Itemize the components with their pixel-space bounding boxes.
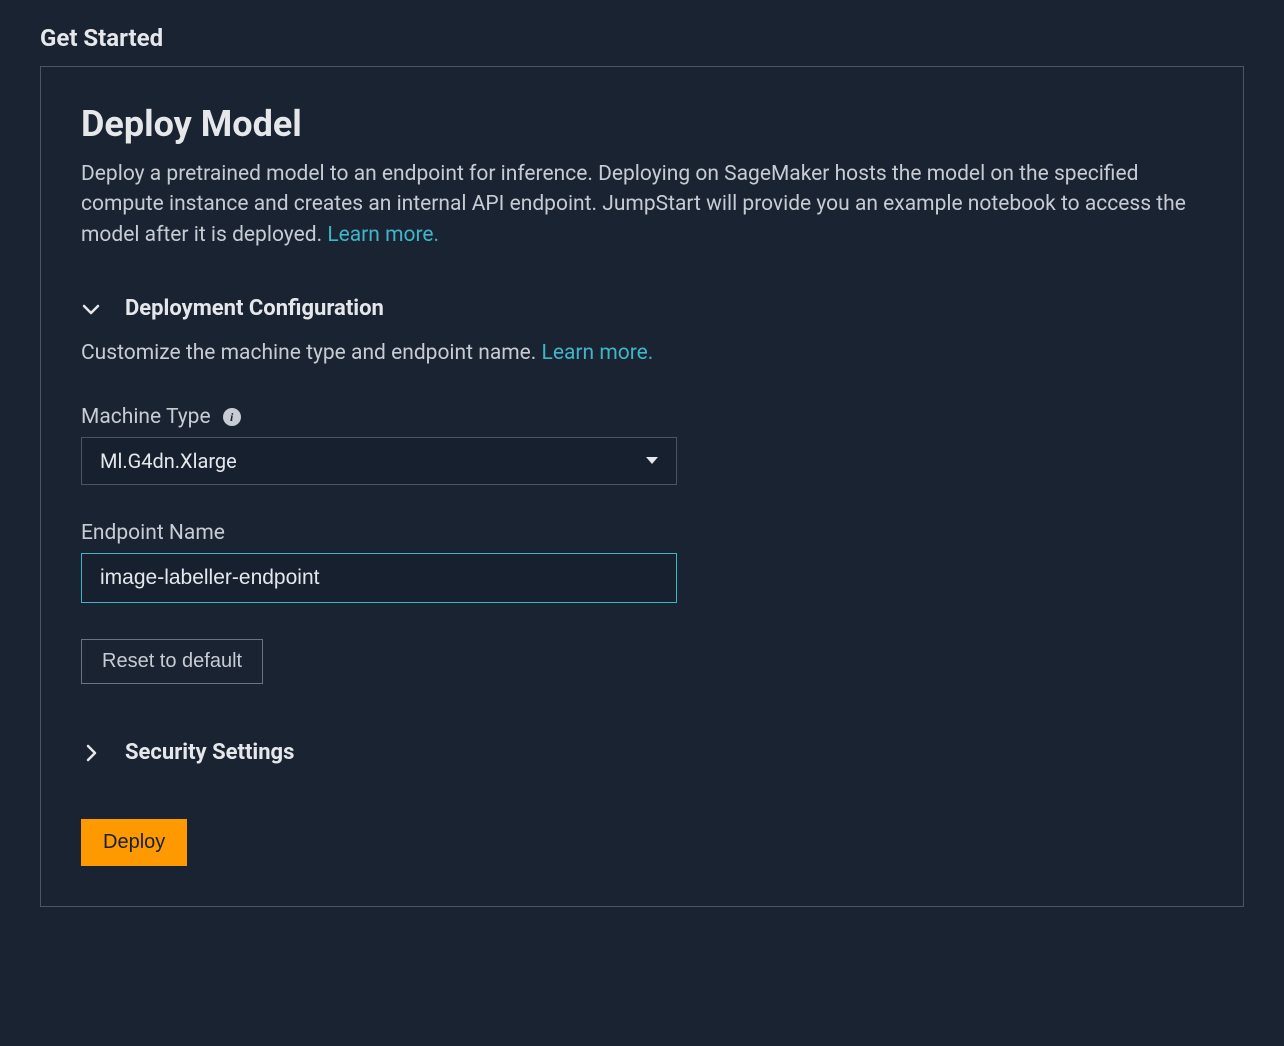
deploy-panel: Deploy Model Deploy a pretrained model t… <box>40 66 1244 907</box>
deployment-config-subtitle: Customize the machine type and endpoint … <box>81 341 1203 365</box>
learn-more-link[interactable]: Learn more. <box>327 223 439 247</box>
machine-type-field: Machine Type i Ml.G4dn.Xlarge <box>81 405 1203 485</box>
machine-type-select[interactable]: Ml.G4dn.Xlarge <box>81 437 677 485</box>
chevron-right-icon <box>81 743 101 763</box>
page-title: Deploy Model <box>81 103 1203 145</box>
deployment-config-subtitle-text: Customize the machine type and endpoint … <box>81 341 542 365</box>
endpoint-name-field: Endpoint Name <box>81 521 1203 603</box>
machine-type-value: Ml.G4dn.Xlarge <box>100 449 237 473</box>
reset-button[interactable]: Reset to default <box>81 639 263 684</box>
breadcrumb: Get Started <box>40 24 1244 52</box>
deployment-config-toggle[interactable]: Deployment Configuration <box>81 296 1203 321</box>
info-icon[interactable]: i <box>223 408 241 426</box>
chevron-down-icon <box>81 299 101 319</box>
deployment-config-title: Deployment Configuration <box>125 296 384 321</box>
deploy-button[interactable]: Deploy <box>81 819 187 866</box>
page-description: Deploy a pretrained model to an endpoint… <box>81 159 1203 250</box>
endpoint-name-label: Endpoint Name <box>81 521 225 545</box>
security-settings-title: Security Settings <box>125 740 294 765</box>
endpoint-name-input[interactable] <box>81 553 677 603</box>
security-settings-toggle[interactable]: Security Settings <box>81 740 1203 765</box>
machine-type-label: Machine Type <box>81 405 211 429</box>
page-description-text: Deploy a pretrained model to an endpoint… <box>81 162 1186 247</box>
config-learn-more-link[interactable]: Learn more. <box>542 341 654 365</box>
